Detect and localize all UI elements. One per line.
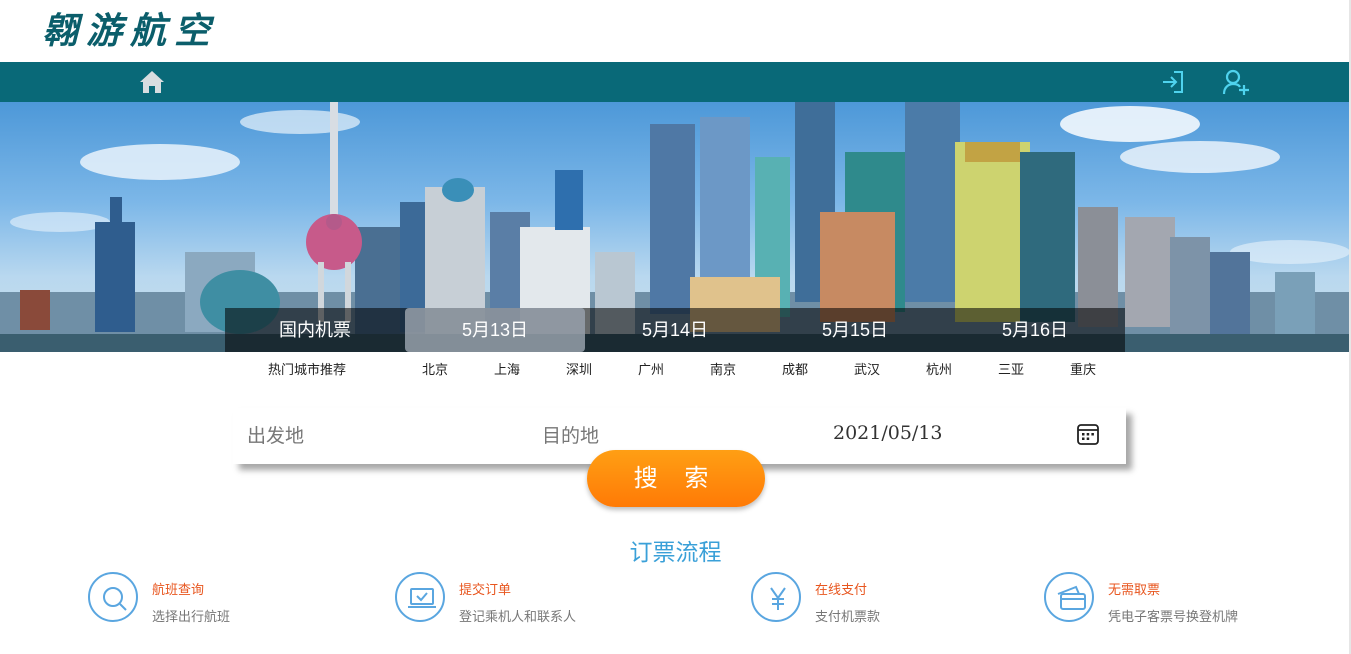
- search-button[interactable]: 搜 索: [587, 450, 765, 507]
- step-description: 支付机票款: [815, 609, 881, 624]
- login-icon[interactable]: [1160, 69, 1186, 95]
- city-link[interactable]: 重庆: [1070, 359, 1096, 378]
- site-logo[interactable]: 翱游航空: [42, 6, 218, 56]
- date-tab-bar: 国内机票 5月13日 5月14日 5月15日 5月16日: [225, 308, 1125, 352]
- step-title: 航班查询: [152, 582, 205, 597]
- city-link[interactable]: 北京: [422, 359, 448, 378]
- step-description: 选择出行航班: [152, 609, 231, 624]
- city-link[interactable]: 深圳: [566, 359, 592, 378]
- hot-cities-label: 热门城市推荐: [268, 362, 347, 377]
- hot-cities-bar: 热门城市推荐 北京 上海 深圳 广州 南京 成都 武汉 杭州 三亚 重庆: [225, 352, 1125, 382]
- booking-process-title: 订票流程: [629, 539, 722, 565]
- departure-input[interactable]: [245, 408, 519, 466]
- tab-date-5-16[interactable]: 5月16日: [945, 308, 1125, 352]
- calendar-icon[interactable]: [1076, 422, 1100, 446]
- city-link[interactable]: 上海: [494, 359, 520, 378]
- step-title: 在线支付: [815, 582, 868, 597]
- step-description: 凭电子客票号换登机牌: [1108, 609, 1239, 624]
- city-link[interactable]: 广州: [638, 359, 664, 378]
- search-icon: [88, 572, 138, 622]
- departure-date-field[interactable]: 2021/05/13: [833, 422, 943, 444]
- city-link[interactable]: 南京: [710, 359, 736, 378]
- site-header: 翱游航空: [0, 0, 1351, 62]
- card-icon: [1044, 572, 1094, 622]
- yen-icon: [751, 572, 801, 622]
- tab-date-5-13[interactable]: 5月13日: [405, 308, 585, 352]
- laptop-check-icon: [395, 572, 445, 622]
- city-link[interactable]: 杭州: [926, 359, 952, 378]
- tab-date-5-15[interactable]: 5月15日: [765, 308, 945, 352]
- step-title: 无需取票: [1108, 582, 1161, 597]
- step-title: 提交订单: [459, 582, 512, 597]
- nav-bar: [0, 62, 1351, 102]
- tab-domestic-flights[interactable]: 国内机票: [225, 308, 405, 352]
- tab-date-5-14[interactable]: 5月14日: [585, 308, 765, 352]
- city-link[interactable]: 成都: [782, 359, 808, 378]
- city-link[interactable]: 武汉: [854, 359, 880, 378]
- city-link[interactable]: 三亚: [998, 359, 1024, 378]
- add-user-icon[interactable]: [1222, 68, 1250, 96]
- home-icon[interactable]: [138, 69, 166, 95]
- step-description: 登记乘机人和联系人: [459, 609, 577, 624]
